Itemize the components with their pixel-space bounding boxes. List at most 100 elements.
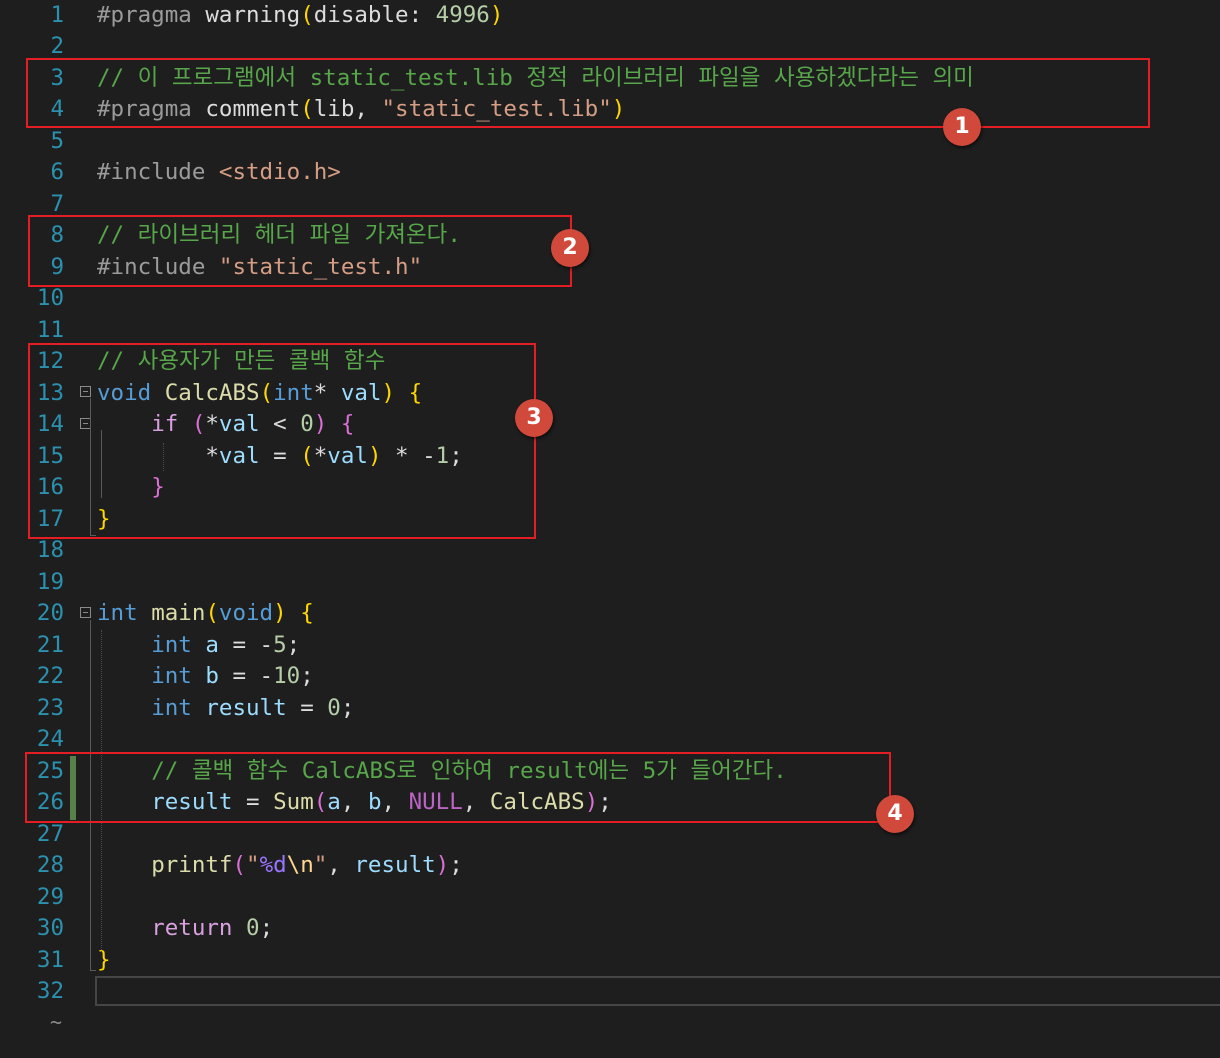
code-token: void bbox=[218, 600, 274, 626]
line-number: 31 bbox=[36, 946, 64, 973]
line-number: 28 bbox=[36, 852, 64, 878]
line-number: 24 bbox=[36, 726, 64, 752]
code-token: %d bbox=[259, 852, 287, 878]
code-line[interactable]: 22 int b = -10; bbox=[0, 661, 1220, 693]
code-line[interactable]: 28 printf("%d\n", result); bbox=[0, 850, 1220, 882]
code-token: warning bbox=[191, 1, 301, 28]
annotation-box-1 bbox=[26, 58, 1150, 128]
annotation-badge-2: 2 bbox=[551, 229, 589, 267]
fold-toggle-main[interactable] bbox=[80, 607, 91, 618]
code-line[interactable]: 20 int main(void) { bbox=[0, 598, 1220, 630]
code-line[interactable]: 11 bbox=[0, 315, 1220, 347]
code-line[interactable]: 27 bbox=[0, 819, 1220, 851]
code-token: #pragma bbox=[97, 1, 192, 28]
code-line[interactable]: 18 bbox=[0, 535, 1220, 567]
line-code: #pragma warning(disable: 4996) bbox=[97, 0, 503, 31]
end-of-buffer-marker: ~ bbox=[50, 1010, 63, 1034]
code-token: ( bbox=[205, 600, 219, 626]
code-line[interactable]: 30 return 0; bbox=[0, 913, 1220, 945]
code-token: ) bbox=[273, 600, 287, 626]
code-token: b bbox=[205, 663, 219, 689]
code-token: int bbox=[151, 631, 192, 658]
code-line[interactable]: 5 bbox=[0, 126, 1220, 158]
code-editor[interactable]: 1 #pragma warning(disable: 4996) 2 3// 이 프로… bbox=[0, 0, 1220, 1058]
code-line[interactable]: 21 int a = -5; bbox=[0, 630, 1220, 662]
code-token: ; bbox=[259, 915, 274, 941]
line-number: 19 bbox=[36, 568, 64, 595]
annotation-badge-1: 1 bbox=[943, 108, 981, 146]
code-token: ; bbox=[340, 694, 355, 721]
current-line-highlight bbox=[95, 976, 1220, 1006]
code-token: result bbox=[205, 694, 287, 721]
line-number: 1 bbox=[50, 1, 64, 28]
code-token: 4996 bbox=[435, 1, 490, 28]
code-token: } bbox=[97, 946, 111, 973]
code-token: int bbox=[97, 600, 138, 626]
line-number: 23 bbox=[36, 694, 64, 721]
line-number: 21 bbox=[36, 631, 64, 658]
annotation-badge-3: 3 bbox=[515, 399, 553, 437]
code-token: ; bbox=[300, 663, 314, 689]
line-number: 5 bbox=[50, 127, 64, 154]
code-token: ( bbox=[232, 852, 247, 878]
annotation-box-2 bbox=[28, 215, 572, 287]
code-line[interactable]: 6 #include <stdio.h> bbox=[0, 157, 1220, 189]
code-token: result bbox=[354, 852, 436, 878]
code-token: main bbox=[151, 600, 206, 626]
line-number: 22 bbox=[36, 663, 64, 689]
line-number: 6 bbox=[50, 159, 64, 185]
line-number: 32 bbox=[36, 978, 64, 1004]
line-number: 11 bbox=[36, 316, 64, 343]
line-number: 29 bbox=[36, 883, 64, 910]
line-code: } bbox=[97, 945, 111, 977]
line-number: 18 bbox=[36, 537, 64, 563]
code-line[interactable]: 1 #pragma warning(disable: 4996) bbox=[0, 0, 1220, 31]
code-token: disable: bbox=[313, 1, 436, 28]
line-number: 10 bbox=[36, 285, 64, 311]
code-token: ; bbox=[286, 631, 301, 658]
code-token: int bbox=[151, 694, 192, 721]
code-token: ) bbox=[489, 1, 504, 28]
code-line[interactable]: 31} bbox=[0, 945, 1220, 977]
code-line[interactable]: 19 bbox=[0, 567, 1220, 599]
fold-guide-main-end bbox=[90, 970, 96, 971]
code-token: , bbox=[327, 852, 355, 878]
code-token: = - bbox=[218, 663, 274, 689]
line-code: int main(void) { bbox=[97, 598, 314, 630]
code-token: 0 bbox=[327, 694, 341, 721]
line-code: int a = -5; bbox=[97, 630, 300, 662]
line-code: #include <stdio.h> bbox=[97, 157, 341, 189]
code-token: ; bbox=[449, 852, 463, 878]
code-token: 5 bbox=[273, 631, 287, 658]
code-token: { bbox=[300, 600, 314, 626]
code-token: return bbox=[151, 915, 233, 941]
annotation-box-3 bbox=[28, 343, 536, 539]
code-token: ) bbox=[435, 852, 450, 878]
line-number: 30 bbox=[36, 915, 64, 941]
line-code: return 0; bbox=[97, 913, 273, 945]
code-token: " bbox=[246, 852, 260, 878]
code-token: a bbox=[205, 631, 219, 658]
code-line[interactable]: 24 bbox=[0, 724, 1220, 756]
code-line[interactable]: 23 int result = 0; bbox=[0, 693, 1220, 725]
line-code: int b = -10; bbox=[97, 661, 314, 693]
code-token: 10 bbox=[273, 663, 301, 689]
code-token: \n bbox=[286, 852, 314, 878]
code-line[interactable]: 10 bbox=[0, 283, 1220, 315]
code-token: = bbox=[286, 694, 328, 721]
code-line[interactable]: 29 bbox=[0, 882, 1220, 914]
code-token: 0 bbox=[246, 915, 260, 941]
code-token: int bbox=[151, 663, 192, 689]
line-number: 27 bbox=[36, 820, 64, 847]
code-token: " bbox=[313, 852, 328, 878]
